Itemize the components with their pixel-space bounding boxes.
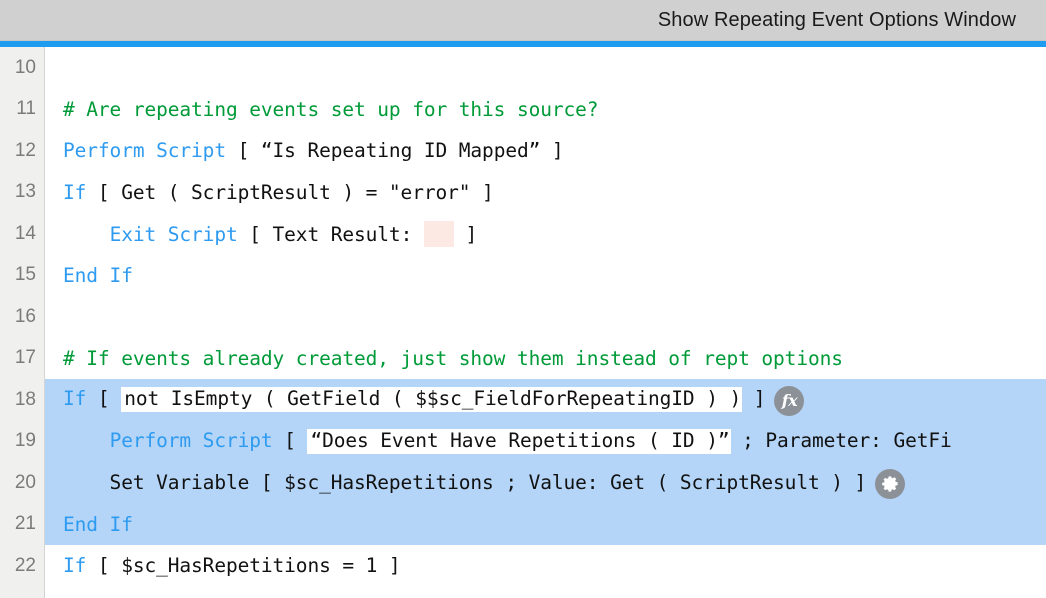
fx-icon-label: fx — [781, 390, 798, 410]
script-keyword: If — [63, 554, 87, 578]
script-step-text: End If — [63, 264, 133, 287]
empty-calculation-chip[interactable] — [423, 220, 454, 247]
script-step-text: Exit Script [ Text Result: ] — [63, 220, 478, 247]
script-line[interactable]: 15 End If — [0, 255, 1046, 297]
script-text: [ — [86, 387, 122, 411]
script-text: [ Text Result: — [237, 222, 424, 246]
script-line[interactable]: 18 If [ not IsEmpty ( GetField ( $$sc_Fie… — [0, 379, 1046, 421]
script-step-text: Set Variable [ $sc_HasRepetitions ; Valu… — [63, 471, 867, 495]
window-title: Show Repeating Event Options Window — [657, 8, 1016, 31]
script-step-text: If [ $sc_HasRepetitions = 1 ] — [63, 554, 401, 577]
script-line-content[interactable] — [45, 47, 1046, 89]
line-number: 19 — [14, 430, 36, 452]
line-number: 12 — [14, 139, 36, 161]
script-step-text: # Are repeating events set up for this s… — [63, 97, 599, 121]
line-number: 10 — [14, 56, 36, 78]
script-line[interactable]: 11 # Are repeating events set up for this… — [0, 89, 1046, 131]
script-text: [ $sc_HasRepetitions = 1 ] — [86, 554, 401, 578]
script-step-text: If [ not IsEmpty ( GetField ( $$sc_Field… — [63, 387, 766, 413]
script-text — [63, 429, 110, 452]
window-titlebar: Show Repeating Event Options Window — [0, 0, 1046, 41]
script-line-content[interactable]: Perform Script [ “Does Event Have Repeti… — [45, 420, 1046, 462]
script-text: [ Get ( ScriptResult ) = "error" ] — [86, 180, 494, 204]
script-keyword: If — [63, 387, 87, 411]
script-text: [ — [272, 428, 308, 452]
script-line-content[interactable]: If [ $sc_HasRepetitions = 1 ] — [45, 545, 1046, 587]
line-number: 20 — [14, 471, 36, 493]
script-text: ; Parameter: GetFi — [730, 428, 952, 452]
script-step-text: End If — [63, 513, 133, 536]
script-keyword: If — [63, 180, 87, 204]
line-number: 18 — [14, 388, 36, 410]
script-line-content[interactable]: End If — [45, 255, 1046, 297]
line-number: 11 — [16, 98, 36, 120]
script-text: Set Variable [ $sc_HasRepetitions ; Valu… — [63, 471, 867, 495]
script-text — [63, 223, 110, 246]
script-step-text: If [ Get ( ScriptResult ) = "error" ] — [63, 181, 494, 204]
gear-options-icon[interactable] — [875, 468, 906, 499]
script-line[interactable]: 10 — [0, 47, 1046, 89]
script-keyword: End If — [63, 263, 133, 287]
script-keyword: Perform Script — [109, 428, 273, 452]
script-line[interactable]: 12 Perform Script [ “Is Repeating ID Mapp… — [0, 130, 1046, 172]
script-line[interactable]: 20 Set Variable [ $sc_HasRepetitions ; V… — [0, 462, 1046, 504]
line-number: 13 — [14, 181, 36, 203]
inline-edit-field[interactable]: not IsEmpty ( GetField ( $$sc_FieldForRe… — [121, 387, 743, 413]
script-comment: # If events already created, just show t… — [63, 346, 843, 370]
script-line[interactable]: 14 Exit Script [ Text Result: ] — [0, 213, 1046, 255]
script-keyword: Perform Script — [63, 139, 226, 163]
script-keyword: Exit Script — [109, 222, 238, 246]
script-text: [ “Is Repeating ID Mapped” ] — [225, 139, 564, 163]
script-keyword: End If — [63, 512, 133, 536]
line-number: 15 — [14, 264, 36, 286]
script-line[interactable]: 17 # If events already created, just show… — [0, 338, 1046, 380]
script-step-text: # If events already created, just show t… — [63, 347, 843, 370]
script-line-content[interactable] — [45, 296, 1046, 338]
script-line-content[interactable]: If [ Get ( ScriptResult ) = "error" ] — [45, 172, 1046, 214]
script-line-content[interactable]: If [ not IsEmpty ( GetField ( $$sc_Field… — [45, 379, 1046, 421]
script-text: ] — [453, 222, 478, 246]
script-line[interactable]: 16 — [0, 296, 1046, 338]
script-editor[interactable]: 10 11 # Are repeating events set up for th… — [0, 47, 1046, 598]
line-number: 17 — [14, 347, 36, 369]
script-line-content[interactable]: Perform Script [ “Is Repeating ID Mapped… — [45, 130, 1046, 172]
line-number: 16 — [14, 305, 36, 327]
script-line[interactable]: 22 If [ $sc_HasRepetitions = 1 ] — [0, 545, 1046, 587]
script-step-text: Perform Script [ “Is Repeating ID Mapped… — [63, 139, 564, 162]
script-line[interactable]: 21 End If — [0, 503, 1046, 545]
script-text: ] — [742, 387, 766, 411]
fx-calculation-icon[interactable]: fx — [774, 385, 805, 416]
line-number: 14 — [14, 222, 36, 244]
script-step-text: Perform Script [ “Does Event Have Repeti… — [63, 428, 952, 454]
line-number: 22 — [14, 554, 36, 576]
inline-edit-field[interactable]: “Does Event Have Repetitions ( ID )” — [307, 428, 731, 454]
script-line[interactable]: 13 If [ Get ( ScriptResult ) = "error" ] — [0, 172, 1046, 214]
script-line-content[interactable]: End If — [45, 503, 1046, 545]
script-line-content[interactable]: Exit Script [ Text Result: ] — [45, 213, 1046, 255]
script-line-content[interactable]: Set Variable [ $sc_HasRepetitions ; Valu… — [45, 462, 1046, 504]
script-line-content[interactable]: # If events already created, just show t… — [45, 338, 1046, 380]
line-number: 21 — [14, 513, 36, 535]
script-comment: # Are repeating events set up for this s… — [63, 97, 599, 121]
script-line-list[interactable]: 10 11 # Are repeating events set up for th… — [0, 47, 1046, 587]
script-workspace-window: Show Repeating Event Options Window 10 11… — [0, 0, 1046, 598]
script-line-content[interactable]: # Are repeating events set up for this s… — [45, 89, 1046, 131]
script-line[interactable]: 19 Perform Script [ “Does Event Have Rep… — [0, 420, 1046, 462]
